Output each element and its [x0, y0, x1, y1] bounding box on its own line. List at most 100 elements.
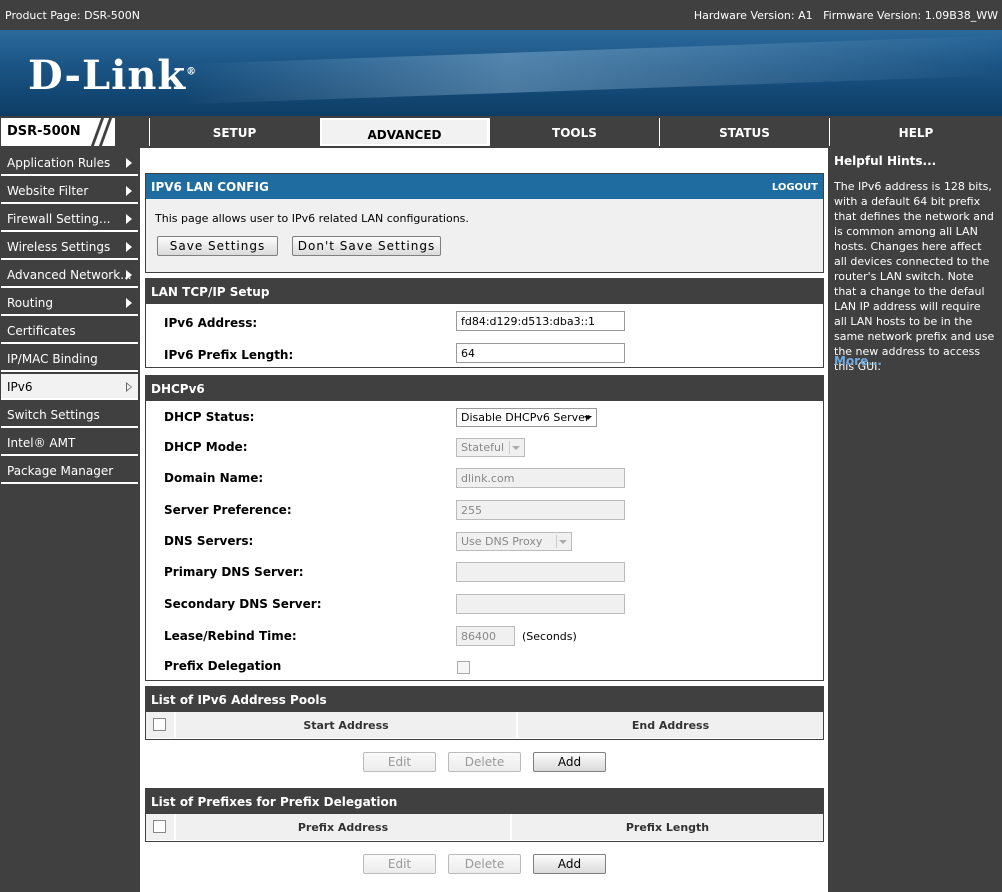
sidebar-item-label: Wireless Settings: [7, 240, 111, 254]
sidebar-item-routing[interactable]: Routing: [1, 290, 138, 316]
firmware-version: Firmware Version: 1.09B38_WW: [823, 9, 998, 22]
sidebar-item-ipv6[interactable]: IPv6: [1, 374, 138, 400]
brand-banner: D-Link®: [0, 30, 1002, 116]
lease-rebind-label: Lease/Rebind Time:: [164, 629, 297, 643]
sidebar-item-switch-settings[interactable]: Switch Settings: [1, 402, 138, 428]
address-pools-table-header: Start Address End Address: [146, 712, 823, 738]
lease-rebind-input[interactable]: 86400: [456, 626, 515, 646]
dhcpv6-header: DHCPv6: [146, 376, 823, 401]
select-all-cell: [146, 712, 174, 738]
dlink-logo: D-Link®: [28, 52, 197, 99]
save-settings-button[interactable]: Save Settings: [157, 236, 278, 256]
sidebar-item-advanced-network[interactable]: Advanced Network...: [1, 262, 138, 288]
sidebar-item-label: Firewall Setting...: [7, 212, 111, 226]
sidebar-item-label: Advanced Network...: [7, 268, 132, 282]
logo-reg-mark: ®: [186, 66, 198, 78]
sidebar-item-label: Website Filter: [7, 184, 89, 198]
sidebar: Application Rules Website Filter Firewal…: [0, 148, 140, 892]
chevron-right-icon: [126, 158, 132, 168]
select-all-prefixes-checkbox[interactable]: [153, 820, 166, 833]
dns-servers-value: Use DNS Proxy: [461, 535, 543, 548]
prefixes-delete-button[interactable]: Delete: [448, 854, 521, 874]
pools-delete-button[interactable]: Delete: [448, 752, 521, 772]
column-prefix-address: Prefix Address: [174, 814, 510, 840]
prefixes-panel: List of Prefixes for Prefix Delegation P…: [145, 788, 824, 842]
intro-text: This page allows user to IPv6 related LA…: [155, 212, 469, 225]
dhcpv6-panel: DHCPv6 DHCP Status: Disable DHCPv6 Serve…: [145, 375, 824, 681]
sidebar-item-ip-mac-binding[interactable]: IP/MAC Binding: [1, 346, 138, 372]
domain-name-label: Domain Name:: [164, 471, 264, 485]
tab-tools[interactable]: TOOLS: [489, 118, 659, 146]
ipv6-prefix-length-input[interactable]: 64: [456, 343, 625, 363]
intro-panel: IPV6 LAN CONFIG LOGOUT This page allows …: [145, 173, 824, 273]
secondary-dns-input[interactable]: [456, 594, 625, 614]
chevron-right-icon: [126, 186, 132, 196]
sidebar-item-package-manager[interactable]: Package Manager: [1, 458, 138, 484]
column-end-address: End Address: [516, 712, 823, 738]
main-content: IPV6 LAN CONFIG LOGOUT This page allows …: [140, 148, 828, 892]
domain-name-input[interactable]: dlink.com: [456, 468, 625, 488]
prefixes-header: List of Prefixes for Prefix Delegation: [146, 789, 823, 814]
column-prefix-length: Prefix Length: [510, 814, 823, 840]
server-preference-input[interactable]: 255: [456, 500, 625, 520]
main-nav: DSR-500N SETUP ADVANCED TOOLS STATUS HEL…: [0, 116, 1002, 148]
dhcp-mode-select[interactable]: Stateful: [456, 438, 525, 457]
address-pools-header: List of IPv6 Address Pools: [146, 687, 823, 712]
ipv6-address-input[interactable]: fd84:d129:d513:dba3::1: [456, 311, 625, 331]
top-info-bar: Product Page: DSR-500N Hardware Version:…: [0, 0, 1002, 30]
tab-status[interactable]: STATUS: [659, 118, 829, 146]
sidebar-item-website-filter[interactable]: Website Filter: [1, 178, 138, 204]
sidebar-item-firewall-settings[interactable]: Firewall Setting...: [1, 206, 138, 232]
select-all-pools-checkbox[interactable]: [153, 718, 166, 731]
help-panel: Helpful Hints... The IPv6 address is 128…: [828, 148, 1002, 892]
address-pools-panel: List of IPv6 Address Pools Start Address…: [145, 686, 824, 740]
chevron-down-icon: [559, 540, 567, 544]
banner-glow: [180, 35, 1000, 105]
chevron-down-icon: [584, 416, 592, 420]
logout-link[interactable]: LOGOUT: [772, 182, 818, 193]
help-body: The IPv6 address is 128 bits, with a def…: [834, 180, 995, 373]
lan-setup-panel: LAN TCP/IP Setup IPv6 Address: fd84:d129…: [145, 278, 824, 368]
page-title: IPV6 LAN CONFIG: [151, 180, 269, 194]
column-start-address: Start Address: [174, 712, 516, 738]
chevron-down-icon: [512, 446, 520, 450]
prefixes-table-header: Prefix Address Prefix Length: [146, 814, 823, 840]
ipv6-prefix-length-label: IPv6 Prefix Length:: [164, 348, 294, 362]
sidebar-item-label: IPv6: [7, 380, 33, 394]
help-more-link[interactable]: More...: [834, 354, 882, 368]
ipv6-address-label: IPv6 Address:: [164, 316, 258, 330]
intro-header: IPV6 LAN CONFIG LOGOUT: [146, 174, 823, 199]
dhcp-mode-label: DHCP Mode:: [164, 440, 248, 454]
prefixes-add-button[interactable]: Add: [533, 854, 606, 874]
primary-dns-input[interactable]: [456, 562, 625, 582]
secondary-dns-label: Secondary DNS Server:: [164, 597, 322, 611]
tab-advanced[interactable]: ADVANCED: [320, 118, 489, 146]
lease-rebind-unit: (Seconds): [522, 630, 577, 643]
tab-setup[interactable]: SETUP: [149, 118, 319, 146]
prefixes-edit-button[interactable]: Edit: [363, 854, 436, 874]
logo-text: D-Link: [28, 52, 187, 99]
sidebar-item-label: Intel® AMT: [7, 436, 76, 450]
chevron-right-icon: [126, 298, 132, 308]
sidebar-item-wireless-settings[interactable]: Wireless Settings: [1, 234, 138, 260]
pools-edit-button[interactable]: Edit: [363, 752, 436, 772]
chevron-right-icon: [126, 214, 132, 224]
sidebar-item-certificates[interactable]: Certificates: [1, 318, 138, 344]
sidebar-item-label: Switch Settings: [7, 408, 100, 422]
sidebar-item-intel-amt[interactable]: Intel® AMT: [1, 430, 138, 456]
model-slashes: [86, 116, 148, 148]
server-preference-label: Server Preference:: [164, 503, 292, 517]
chevron-right-icon: [126, 242, 132, 252]
chevron-right-icon: [126, 270, 132, 280]
sidebar-item-application-rules[interactable]: Application Rules: [1, 150, 138, 176]
primary-dns-label: Primary DNS Server:: [164, 565, 304, 579]
product-page-label: Product Page: DSR-500N: [5, 9, 140, 22]
prefix-delegation-checkbox[interactable]: [457, 661, 470, 674]
tab-help[interactable]: HELP: [829, 118, 1002, 146]
lan-setup-header: LAN TCP/IP Setup: [146, 279, 823, 304]
dns-servers-select[interactable]: Use DNS Proxy: [456, 532, 572, 551]
dhcp-status-select[interactable]: Disable DHCPv6 Server: [456, 408, 597, 427]
dont-save-settings-button[interactable]: Don't Save Settings: [292, 236, 441, 256]
pools-add-button[interactable]: Add: [533, 752, 606, 772]
sidebar-item-label: Application Rules: [7, 156, 111, 170]
